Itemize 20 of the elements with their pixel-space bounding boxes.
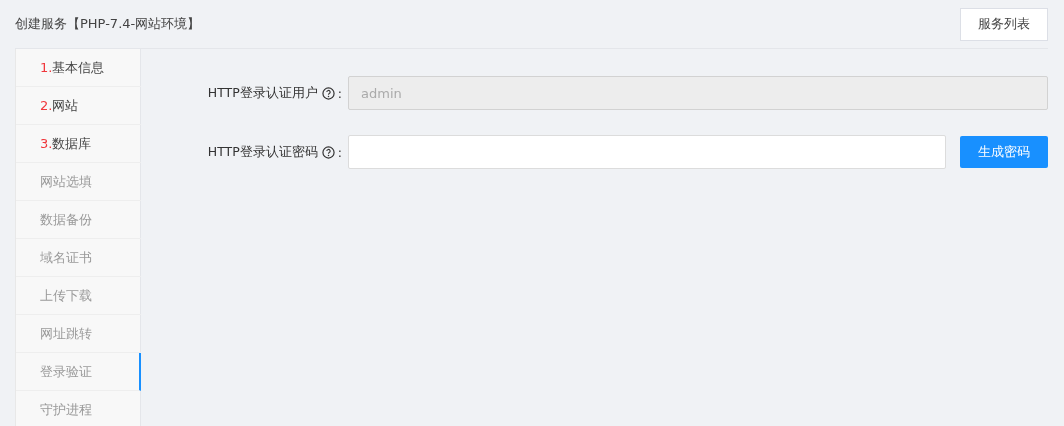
- help-icon[interactable]: [321, 145, 335, 159]
- step-item[interactable]: 守护进程: [16, 391, 141, 426]
- step-item[interactable]: 1.基本信息: [16, 49, 141, 87]
- label-colon: :: [337, 144, 342, 160]
- help-icon[interactable]: [321, 86, 335, 100]
- step-item[interactable]: 域名证书: [16, 239, 141, 277]
- step-item[interactable]: 数据备份: [16, 201, 141, 239]
- step-item[interactable]: 上传下载: [16, 277, 141, 315]
- service-list-button[interactable]: 服务列表: [960, 7, 1048, 41]
- step-item[interactable]: 登录验证: [16, 353, 141, 391]
- input-field[interactable]: [348, 135, 946, 169]
- step-item[interactable]: 3.数据库: [16, 125, 141, 163]
- field-label: HTTP登录认证密码: [207, 143, 318, 161]
- step-item[interactable]: 网站选填: [16, 163, 141, 201]
- step-item[interactable]: 网址跳转: [16, 315, 141, 353]
- label-colon: :: [337, 85, 342, 101]
- step-item[interactable]: 2.网站: [16, 87, 141, 125]
- field-label: HTTP登录认证用户: [207, 84, 318, 102]
- page-title: 创建服务【PHP-7.4-网站环境】: [15, 15, 201, 33]
- generate-password-button[interactable]: 生成密码: [960, 136, 1048, 168]
